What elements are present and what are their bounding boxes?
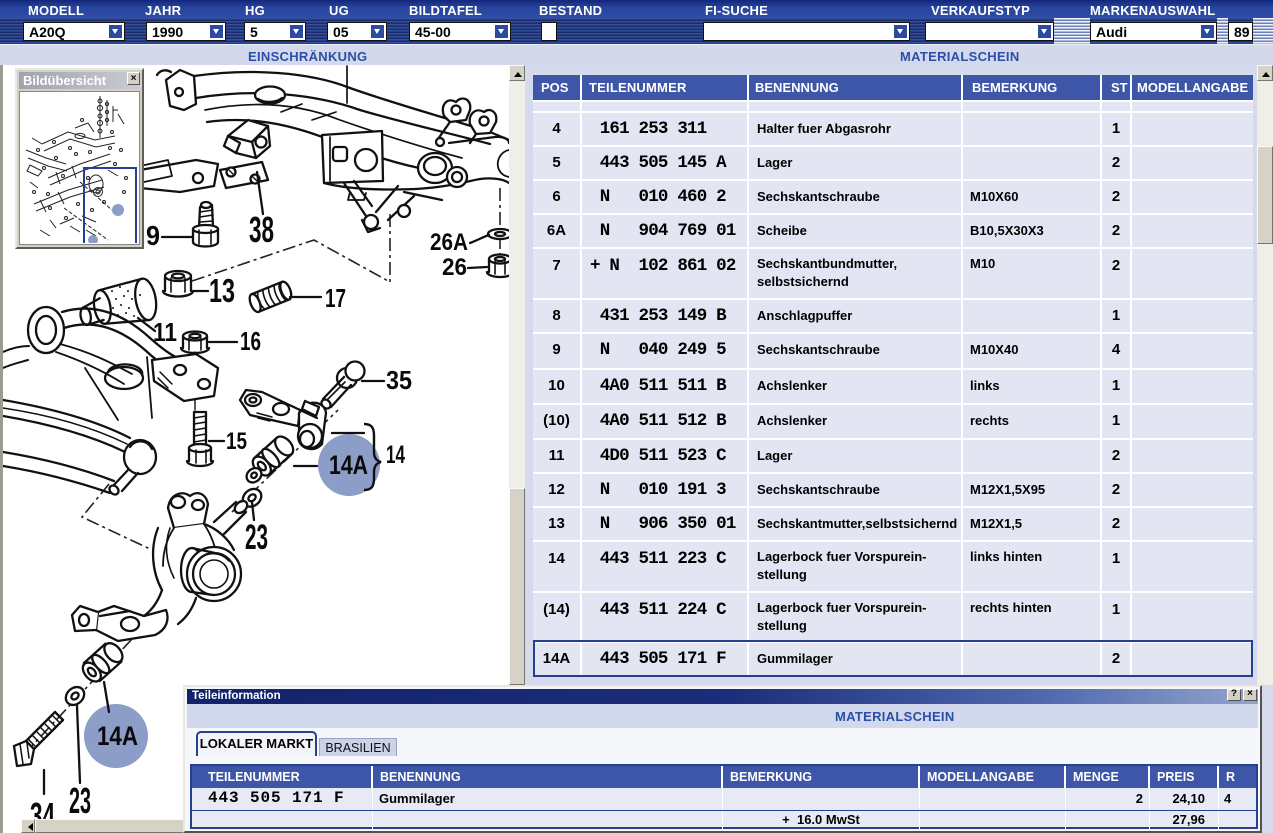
svg-text:14: 14 xyxy=(386,441,405,469)
svg-text:13: 13 xyxy=(209,272,235,309)
svg-text:38: 38 xyxy=(249,209,274,250)
svg-text:14A: 14A xyxy=(97,721,138,751)
svg-text:9: 9 xyxy=(146,220,160,251)
svg-text:17: 17 xyxy=(325,283,346,313)
svg-text:23: 23 xyxy=(69,780,91,821)
svg-text:26A: 26A xyxy=(430,229,468,256)
svg-text:23: 23 xyxy=(245,518,268,557)
svg-text:35: 35 xyxy=(386,365,412,395)
svg-text:15: 15 xyxy=(226,428,247,455)
svg-text:11: 11 xyxy=(153,317,177,347)
svg-text:14A: 14A xyxy=(329,450,368,480)
svg-text:16: 16 xyxy=(240,326,261,356)
svg-text:26: 26 xyxy=(442,254,467,281)
